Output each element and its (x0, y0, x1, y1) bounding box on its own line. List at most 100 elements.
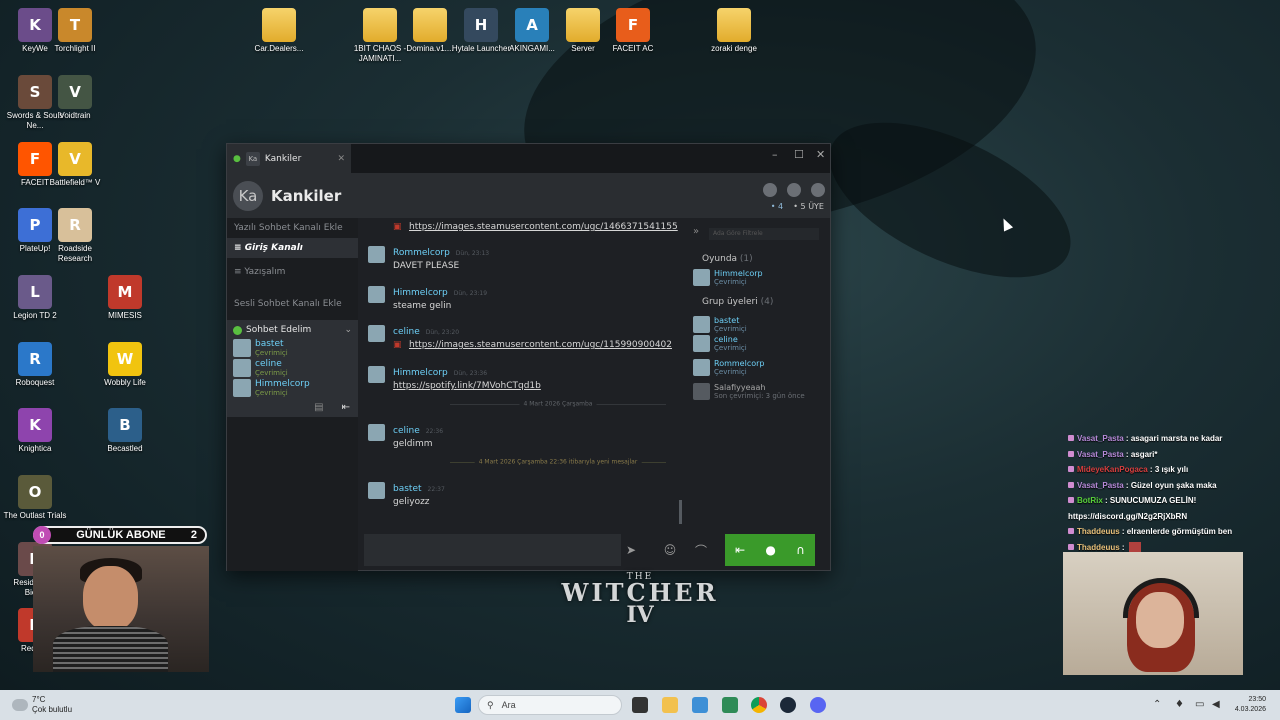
leave-voice-icon[interactable]: ⇤ (342, 402, 350, 413)
bell-icon[interactable] (763, 183, 777, 197)
discord-icon[interactable] (810, 697, 826, 713)
chat-username: Thaddeuus (1077, 542, 1120, 552)
settings-icon[interactable] (811, 183, 825, 197)
message-link[interactable]: https://images.steamusercontent.com/ugc/… (409, 222, 678, 232)
channel-giris[interactable]: ≡ Giriş Kanalı (227, 238, 358, 258)
voice-user[interactable]: Himmelcorp Çevrimiçi (227, 378, 358, 398)
message-author[interactable]: celine (393, 327, 420, 337)
chevron-down-icon[interactable]: ⌄ (344, 325, 352, 335)
online-count: • 4 (770, 202, 784, 211)
desktop-icon-label: Car.Dealers... (254, 44, 304, 53)
message-author[interactable]: celine (393, 426, 420, 436)
weather-widget[interactable]: 7°C Çok bulutlu (12, 695, 72, 715)
message-text: steame gelin (393, 301, 452, 311)
message-link[interactable]: https://images.steamusercontent.com/ugc/… (409, 340, 672, 350)
settings-icon[interactable]: ▤ (314, 402, 323, 413)
headphones-button[interactable]: ∩ (796, 543, 805, 557)
group-avatar: Ka (233, 180, 263, 211)
channel-yazisalim[interactable]: ≡ Yazışalım (227, 262, 358, 282)
desktop-icon[interactable]: R Roboquest (3, 342, 67, 388)
add-voice-channel[interactable]: Sesli Sohbet Kanalı Ekle (227, 294, 358, 314)
voice-user[interactable]: bastet Çevrimiçi (227, 338, 358, 358)
windows-start-icon[interactable] (455, 697, 471, 713)
member-filter-input[interactable]: Ada Göre Filtrele (709, 228, 819, 240)
desktop-icon-label: FACEIT AC (612, 44, 654, 53)
member-item[interactable]: celine Çevrimiçi (693, 335, 747, 352)
taskbar-search[interactable]: ⚲ Ara (478, 695, 622, 715)
clock[interactable]: 23:50 4.03.2026 (1235, 695, 1266, 715)
member-status: Çevrimiçi (714, 278, 747, 286)
message-time: Dün, 23:36 (453, 370, 488, 377)
desktop-icon[interactable]: T Torchlight II (43, 8, 107, 54)
desktop-icon[interactable]: O The Outlast Trials (3, 475, 67, 521)
maximize-icon[interactable]: ☐ (794, 148, 804, 161)
desktop-icon[interactable]: W Wobbly Life (93, 342, 157, 388)
desktop-icon[interactable]: R Roadside Research (43, 208, 107, 264)
voice-user[interactable]: celine Çevrimiçi (227, 358, 358, 378)
avatar[interactable] (368, 325, 385, 342)
avatar[interactable] (368, 366, 385, 383)
add-friend-icon[interactable] (787, 183, 801, 197)
chat-scrollbar[interactable] (679, 500, 682, 524)
channel-label: Giriş Kanalı (244, 243, 303, 253)
webcam-figure (83, 566, 138, 631)
message-author[interactable]: Rommelcorp (393, 248, 450, 258)
member-item[interactable]: Rommelcorp Çevrimiçi (693, 359, 764, 376)
app-icon: W (108, 342, 142, 376)
message-author[interactable]: Himmelcorp (393, 368, 448, 378)
message-link[interactable]: https://spotify.link/7MVohCTqd1b (393, 381, 541, 391)
avatar[interactable] (368, 246, 385, 263)
collapse-icon[interactable]: » (693, 226, 699, 237)
member-item[interactable]: Himmelcorp Çevrimiçi (693, 269, 763, 286)
steam-chat-window: ● Ka Kankiler ✕ – ☐ ✕ Ka Kankiler • 4 • … (226, 143, 831, 571)
avatar[interactable] (368, 286, 385, 303)
member-item[interactable]: Salafiyyeaah Son çevrimiçi: 3 gün önce (693, 383, 805, 400)
chevron-up-icon[interactable]: ⌃ (1153, 699, 1161, 710)
steam-icon[interactable] (780, 697, 796, 713)
leave-voice-button[interactable]: ⇤ (735, 543, 745, 557)
message-author[interactable]: Himmelcorp (393, 288, 448, 298)
desktop-icon[interactable]: zoraki denge (702, 8, 766, 54)
settings-app-icon[interactable] (692, 697, 708, 713)
add-text-channel[interactable]: Yazılı Sohbet Kanalı Ekle (227, 218, 358, 238)
app-icon[interactable] (722, 697, 738, 713)
ingame-count: (1) (739, 254, 753, 264)
minimize-icon[interactable]: – (772, 148, 778, 161)
volume-icon[interactable]: ◀ (1212, 699, 1220, 710)
desktop-icon[interactable]: K Knightica (3, 408, 67, 454)
message-input[interactable] (364, 534, 621, 566)
avatar (693, 269, 710, 286)
microphone-button[interactable]: ● (765, 543, 775, 557)
emoji-icon[interactable]: ☺ (656, 534, 684, 566)
chrome-icon[interactable] (751, 697, 767, 713)
voice-channel-title[interactable]: Sohbet Edelim ⌄ (227, 322, 358, 338)
desktop-icon[interactable]: M MIMESIS (93, 275, 157, 321)
message-author-row: Himmelcorp Dün, 23:19 (393, 288, 487, 298)
desktop-icon[interactable]: B Becastled (93, 408, 157, 454)
webcam-streamer (33, 546, 209, 672)
member-name: Rommelcorp (714, 359, 765, 368)
chat-username: Vasat_Pasta (1077, 480, 1124, 490)
network-icon[interactable]: ▭ (1195, 699, 1204, 710)
channel-label: Yazışalım (244, 267, 286, 277)
task-view-icon[interactable] (632, 697, 648, 713)
attach-icon[interactable]: ⌒ (687, 534, 715, 566)
send-icon[interactable]: ➤ (617, 534, 645, 566)
message-time: 22:36 (425, 428, 444, 435)
desktop-icon[interactable]: L Legion TD 2 (3, 275, 67, 321)
avatar[interactable] (368, 424, 385, 441)
close-window-icon[interactable]: ✕ (816, 148, 825, 161)
message-author-row: celine 22:36 (393, 426, 443, 436)
member-item[interactable]: bastet Çevrimiçi (693, 316, 747, 333)
avatar[interactable] (368, 482, 385, 499)
message-author[interactable]: bastet (393, 484, 422, 494)
weather-temp: 7°C (32, 695, 46, 704)
chat-tab[interactable]: ● Ka Kankiler ✕ (227, 144, 351, 173)
microphone-tray-icon[interactable]: ♦ (1175, 699, 1184, 710)
file-explorer-icon[interactable] (662, 697, 678, 713)
desktop-icon[interactable]: F FACEIT AC (601, 8, 665, 54)
close-tab-icon[interactable]: ✕ (337, 154, 345, 164)
desktop-icon[interactable]: Car.Dealers... (247, 8, 311, 54)
desktop-icon[interactable]: V Voidtrain (43, 75, 107, 121)
desktop-icon[interactable]: V Battlefield™ V (43, 142, 107, 188)
